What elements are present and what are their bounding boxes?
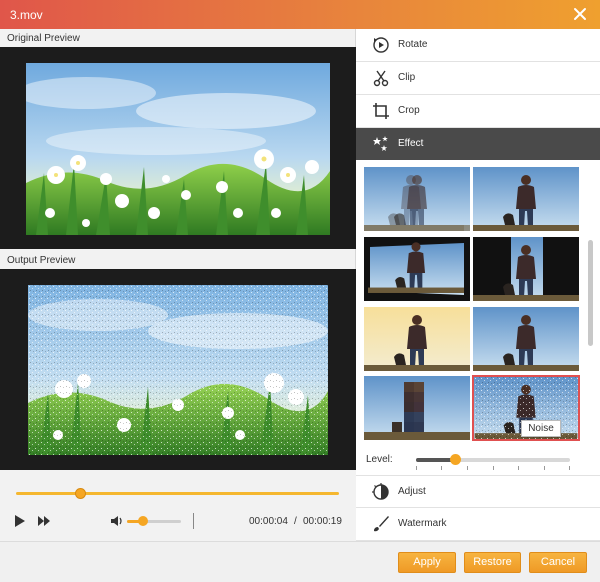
menu-label-watermark: Watermark [398, 518, 447, 529]
level-fill [416, 458, 455, 462]
effect-thumb-warm[interactable] [364, 307, 470, 371]
fast-forward-icon[interactable] [38, 516, 50, 526]
total-time: 00:00:19 [303, 516, 342, 527]
window-title: 3.mov [10, 8, 43, 22]
output-preview-label: Output Preview [7, 255, 76, 266]
rotate-icon [373, 37, 389, 53]
play-icon[interactable] [14, 514, 26, 528]
menu-label-crop: Crop [398, 105, 420, 116]
level-tick [467, 466, 468, 470]
adjust-icon [372, 483, 389, 500]
level-label: Level: [366, 454, 393, 465]
volume-icon[interactable] [110, 514, 124, 528]
title-bar: 3.mov [0, 0, 600, 29]
menu-item-crop[interactable]: Crop [356, 95, 600, 128]
brush-icon [374, 516, 389, 532]
effect-tooltip: Noise [521, 420, 561, 437]
effect-thumb-3d[interactable] [364, 237, 470, 301]
effect-thumb-cool[interactable] [473, 307, 579, 371]
player-controls [0, 470, 356, 541]
effect-thumb-mirror[interactable] [473, 237, 579, 301]
menu-item-adjust[interactable]: Adjust [356, 475, 600, 508]
effect-thumb-mosaic[interactable] [364, 376, 470, 440]
effect-thumb-sharpen[interactable] [473, 167, 579, 231]
scissors-icon [373, 70, 389, 87]
level-tick [441, 466, 442, 470]
output-preview [0, 269, 356, 471]
progress-handle[interactable] [74, 488, 86, 499]
menu-label-adjust: Adjust [398, 486, 426, 497]
cancel-button[interactable]: Cancel [529, 552, 587, 573]
current-time: 00:00:04 [249, 516, 288, 527]
menu-item-clip[interactable]: Clip [356, 62, 600, 95]
restore-button[interactable]: Restore [464, 552, 521, 573]
menu-item-effect[interactable]: Effect [356, 128, 600, 161]
level-tick [569, 466, 570, 470]
original-video-frame [26, 63, 330, 235]
crop-icon [373, 103, 389, 119]
progress-bar[interactable] [16, 492, 339, 495]
time-separator: / [294, 516, 297, 527]
effect-thumb-blur[interactable] [364, 167, 470, 231]
level-handle[interactable] [449, 454, 461, 465]
original-preview [0, 47, 356, 249]
menu-label-clip: Clip [398, 72, 416, 83]
stars-icon [373, 136, 388, 151]
level-tick [544, 466, 545, 470]
menu-label-effect: Effect [398, 138, 424, 149]
output-video-frame [28, 285, 328, 455]
level-tick [416, 466, 417, 470]
menu-item-watermark[interactable]: Watermark [356, 508, 600, 541]
controls-divider [193, 513, 194, 529]
menu-item-rotate[interactable]: Rotate [356, 29, 600, 62]
apply-button[interactable]: Apply [398, 552, 456, 573]
level-tick [493, 466, 494, 470]
effects-scroll-thumb[interactable] [588, 240, 593, 346]
menu-label-rotate: Rotate [398, 39, 428, 50]
level-tick [518, 466, 519, 470]
original-preview-label: Original Preview [7, 33, 80, 44]
close-icon[interactable] [572, 6, 588, 22]
